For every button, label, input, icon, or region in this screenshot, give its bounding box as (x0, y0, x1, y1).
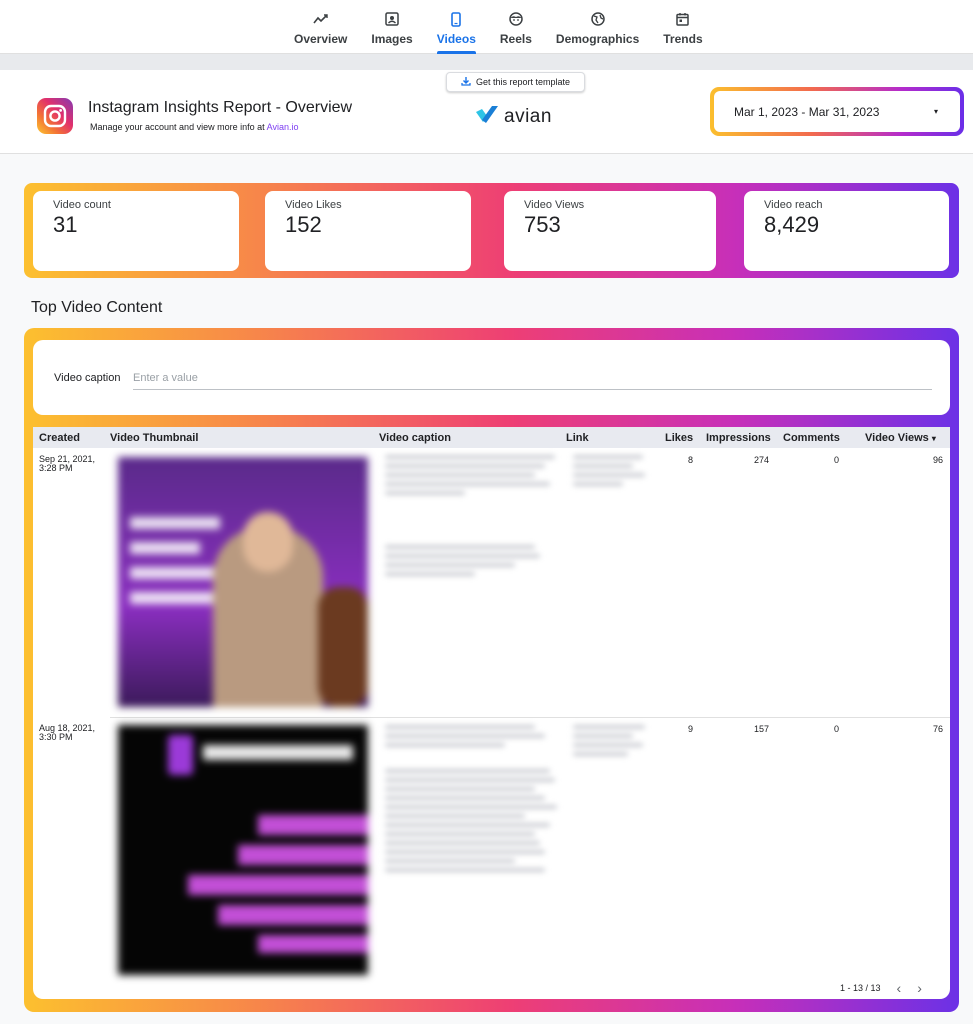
metric-video-likes: Video Likes 152 (265, 191, 471, 271)
cell-created: Sep 21, 2021, 3:28 PM (39, 454, 96, 473)
get-template-label: Get this report template (475, 77, 571, 87)
tab-trends-label: Trends (663, 32, 703, 46)
video-table: Created Video Thumbnail Video caption Li… (33, 427, 950, 999)
metric-video-count: Video count 31 (33, 191, 239, 271)
metric-value: 753 (524, 212, 561, 237)
trend-icon (312, 10, 330, 28)
cell-comments: 0 (833, 455, 839, 465)
filter-label: Video caption (54, 372, 121, 384)
avian-wordmark: avian (504, 105, 552, 127)
tab-overview-label: Overview (294, 32, 348, 46)
image-icon (383, 10, 401, 28)
prev-page-button[interactable]: ‹ (897, 981, 902, 995)
tab-demographics[interactable]: Demographics (544, 0, 651, 54)
header-impressions[interactable]: Impressions (706, 432, 771, 444)
metric-label: Video reach (764, 199, 823, 211)
header-divider-strip (0, 54, 973, 70)
tab-videos-label: Videos (436, 32, 476, 46)
date-range-value: Mar 1, 2023 - Mar 31, 2023 (734, 104, 880, 119)
tab-images[interactable]: Images (359, 0, 424, 54)
subtitle-text: Manage your account and view more info a… (90, 122, 267, 132)
cell-views: 96 (932, 455, 943, 465)
section-title: Top Video Content (31, 299, 163, 316)
download-icon (461, 76, 471, 88)
pagination-range: 1 - 13 / 13 (840, 983, 881, 993)
calendar-icon (674, 10, 692, 28)
caption-blurred (385, 455, 560, 581)
metric-label: Video Views (524, 199, 585, 211)
tab-images-label: Images (371, 32, 413, 46)
cell-impressions: 157 (753, 724, 769, 734)
avian-logo-icon (476, 104, 498, 129)
cell-likes: 9 (687, 724, 693, 734)
tab-videos[interactable]: Videos (425, 0, 488, 54)
header-likes[interactable]: Likes (665, 432, 693, 444)
metric-label: Video Likes (285, 199, 342, 211)
caption-blurred (385, 725, 560, 877)
header-comments[interactable]: Comments (783, 432, 840, 444)
tab-trends[interactable]: Trends (651, 0, 714, 54)
tab-reels-label: Reels (499, 32, 532, 46)
header-thumbnail[interactable]: Video Thumbnail (110, 432, 198, 444)
video-thumbnail-image[interactable] (118, 457, 368, 707)
date-range-control[interactable]: Mar 1, 2023 - Mar 31, 2023 ▾ (714, 91, 960, 132)
metric-video-reach: Video reach 8,429 (744, 191, 949, 271)
link-blurred[interactable] (573, 455, 645, 491)
top-navigation: Overview Images Videos Reels Demographic… (0, 0, 973, 54)
metric-value: 31 (53, 212, 78, 237)
next-page-button[interactable]: › (917, 981, 922, 995)
cell-impressions: 274 (753, 455, 769, 465)
page-title: Instagram Insights Report - Overview (88, 99, 353, 116)
cell-views: 76 (932, 724, 943, 734)
header-created[interactable]: Created (39, 432, 80, 444)
globe-icon (589, 10, 607, 28)
page-subtitle: Manage your account and view more info a… (90, 122, 298, 132)
header-link[interactable]: Link (566, 432, 589, 444)
cell-created: Aug 18, 2021, 3:30 PM (39, 723, 96, 742)
metric-value: 152 (285, 212, 322, 237)
tab-demographics-label: Demographics (555, 32, 640, 46)
cell-likes: 8 (687, 455, 693, 465)
avian-link[interactable]: Avian.io (267, 122, 299, 132)
tab-overview[interactable]: Overview (282, 0, 359, 54)
get-template-button[interactable]: Get this report template (446, 72, 585, 92)
metric-value: 8,429 (764, 212, 820, 237)
phone-icon (447, 10, 465, 28)
video-thumbnail-image[interactable] (118, 725, 368, 975)
tab-reels[interactable]: Reels (488, 0, 544, 54)
link-blurred[interactable] (573, 725, 645, 761)
avian-brand: avian (476, 104, 552, 129)
header-views[interactable]: Video Views ▾ (865, 432, 936, 444)
row-divider (110, 717, 950, 718)
face-icon (507, 10, 525, 28)
metric-video-views: Video Views 753 (504, 191, 716, 271)
caption-filter-input[interactable] (133, 368, 932, 390)
header-caption[interactable]: Video caption (379, 432, 451, 444)
metric-label: Video count (53, 199, 111, 211)
sort-desc-icon: ▾ (931, 434, 936, 443)
instagram-logo-icon (37, 98, 73, 134)
date-range-picker[interactable]: Mar 1, 2023 - Mar 31, 2023 ▾ (710, 87, 964, 136)
dropdown-arrow-icon: ▾ (933, 107, 938, 116)
pagination: 1 - 13 / 13 ‹ › (840, 981, 922, 995)
header-views-label: Video Views (865, 432, 929, 444)
nav-tabs: Overview Images Videos Reels Demographic… (282, 0, 715, 54)
cell-comments: 0 (833, 724, 839, 734)
